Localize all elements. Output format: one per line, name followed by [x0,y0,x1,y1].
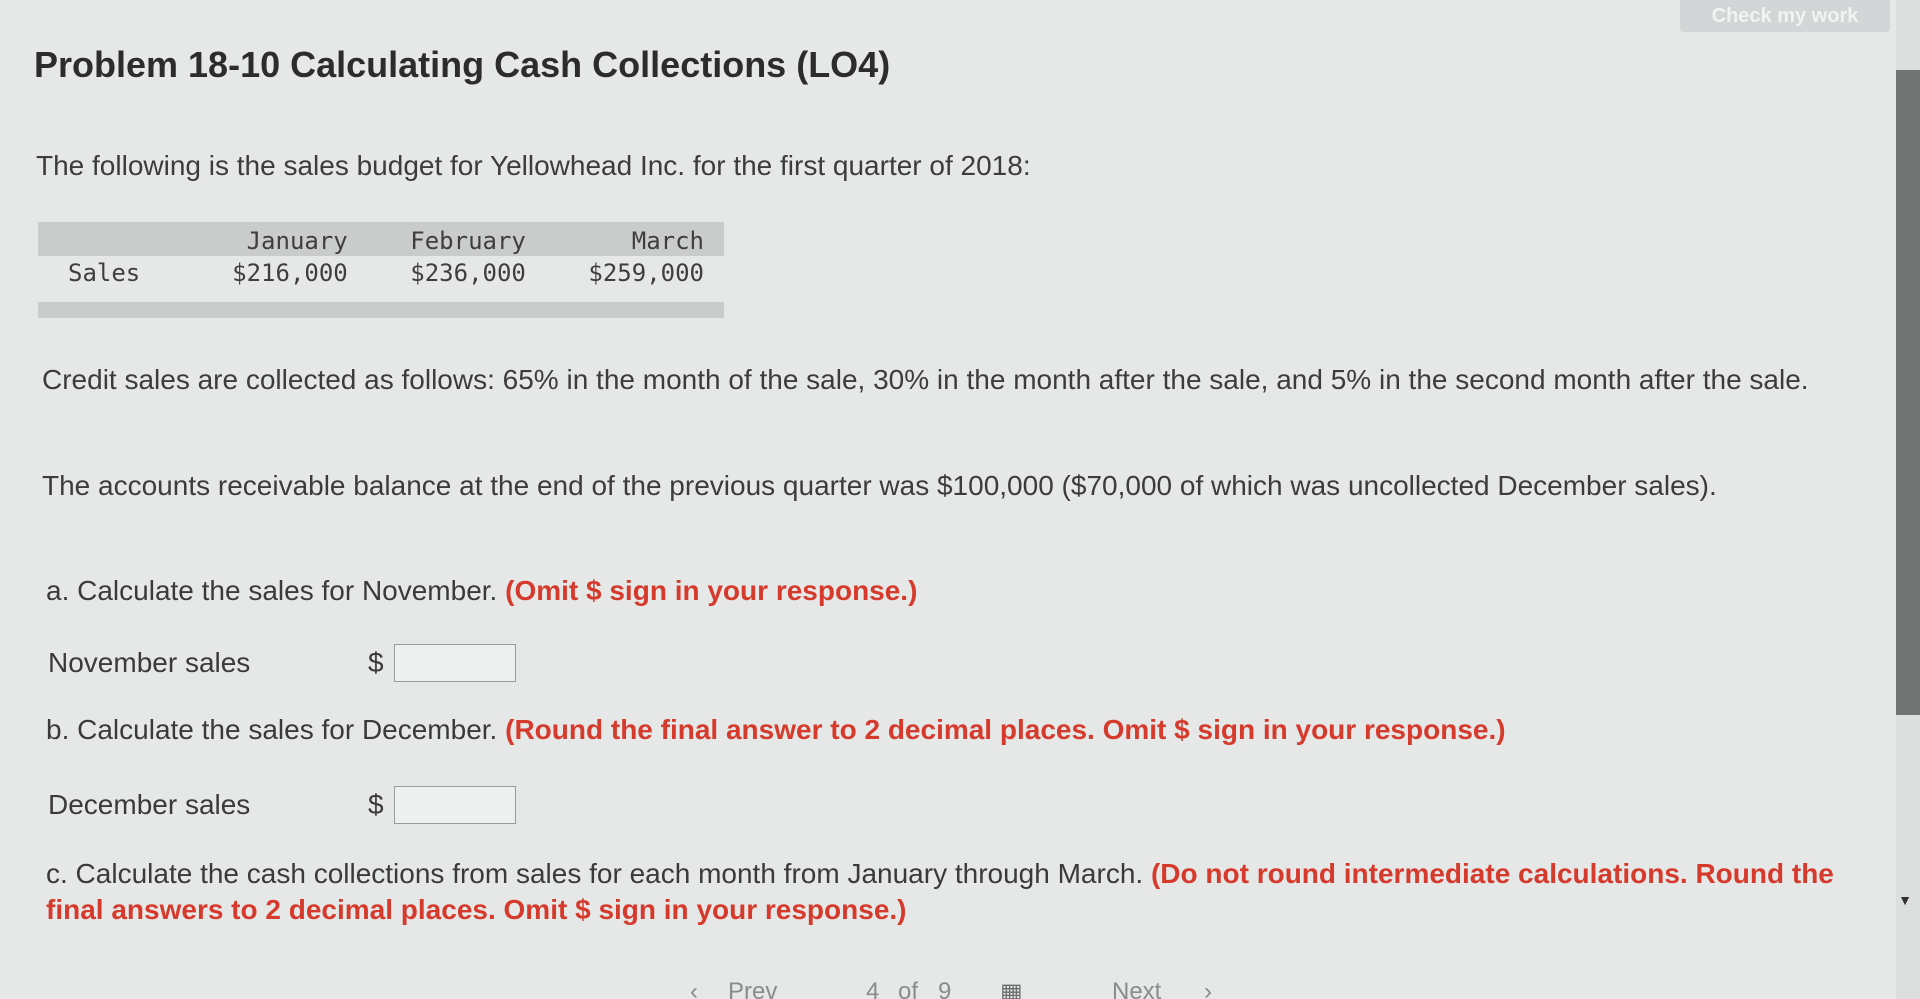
table-footer-bar [38,290,724,318]
check-my-work-button[interactable]: Check my work [1680,0,1890,32]
cell-february-sales: $236,000 [410,259,526,287]
grid-view-icon[interactable]: ▦ [1000,978,1023,999]
next-button[interactable]: Next [1112,978,1161,999]
prev-arrow-icon[interactable]: ‹ [690,978,698,999]
column-header-january: January [246,226,348,255]
scroll-down-icon[interactable]: ▼ [1898,892,1912,908]
cell-january-sales: $216,000 [232,259,348,287]
dollar-sign: $ [368,647,384,678]
page-of: of [898,978,919,999]
question-a: a. Calculate the sales for November. (Om… [46,573,917,609]
collection-policy-text: Credit sales are collected as follows: 6… [42,364,1809,395]
prev-button[interactable]: Prev [728,978,777,999]
november-sales-input[interactable] [394,644,516,682]
row-label-sales: Sales [68,259,141,287]
question-c: c. Calculate the cash collections from s… [46,856,1846,928]
page-current: 4 [866,978,880,999]
scrollbar[interactable]: ▼ [1896,0,1920,999]
column-header-february: February [410,226,526,255]
table-corner [38,222,190,256]
table-header-row: January February March [38,222,724,256]
page-title: Problem 18-10 Calculating Cash Collectio… [34,44,891,85]
question-b: b. Calculate the sales for December. (Ro… [46,712,1506,748]
question-a-text: a. Calculate the sales for November. [46,575,498,606]
december-sales-row: December sales $ [48,786,516,824]
question-b-hint: (Round the final answer to 2 decimal pla… [505,714,1506,745]
question-c-text: c. Calculate the cash collections from s… [46,858,1144,889]
dollar-sign: $ [368,789,384,820]
sales-budget-table: January February March Sales $216,000 $2… [38,222,724,318]
december-sales-input[interactable] [394,786,516,824]
table-row: Sales $216,000 $236,000 $259,000 [38,256,724,290]
question-a-hint: (Omit $ sign in your response.) [505,575,918,606]
november-sales-label: November sales [48,647,251,678]
november-sales-row: November sales $ [48,644,516,682]
ar-balance-text: The accounts receivable balance at the e… [42,470,1717,501]
pagination-bar: ‹ Prev 4 of 9 ▦ Next › [0,978,1920,999]
next-arrow-icon[interactable]: › [1204,978,1212,999]
column-header-march: March [631,226,704,255]
question-b-text: b. Calculate the sales for December. [46,714,498,745]
scrollbar-thumb[interactable] [1896,70,1920,715]
december-sales-label: December sales [48,789,251,820]
cell-march-sales: $259,000 [588,259,704,287]
intro-text: The following is the sales budget for Ye… [36,150,1031,181]
page-total: 9 [938,978,952,999]
